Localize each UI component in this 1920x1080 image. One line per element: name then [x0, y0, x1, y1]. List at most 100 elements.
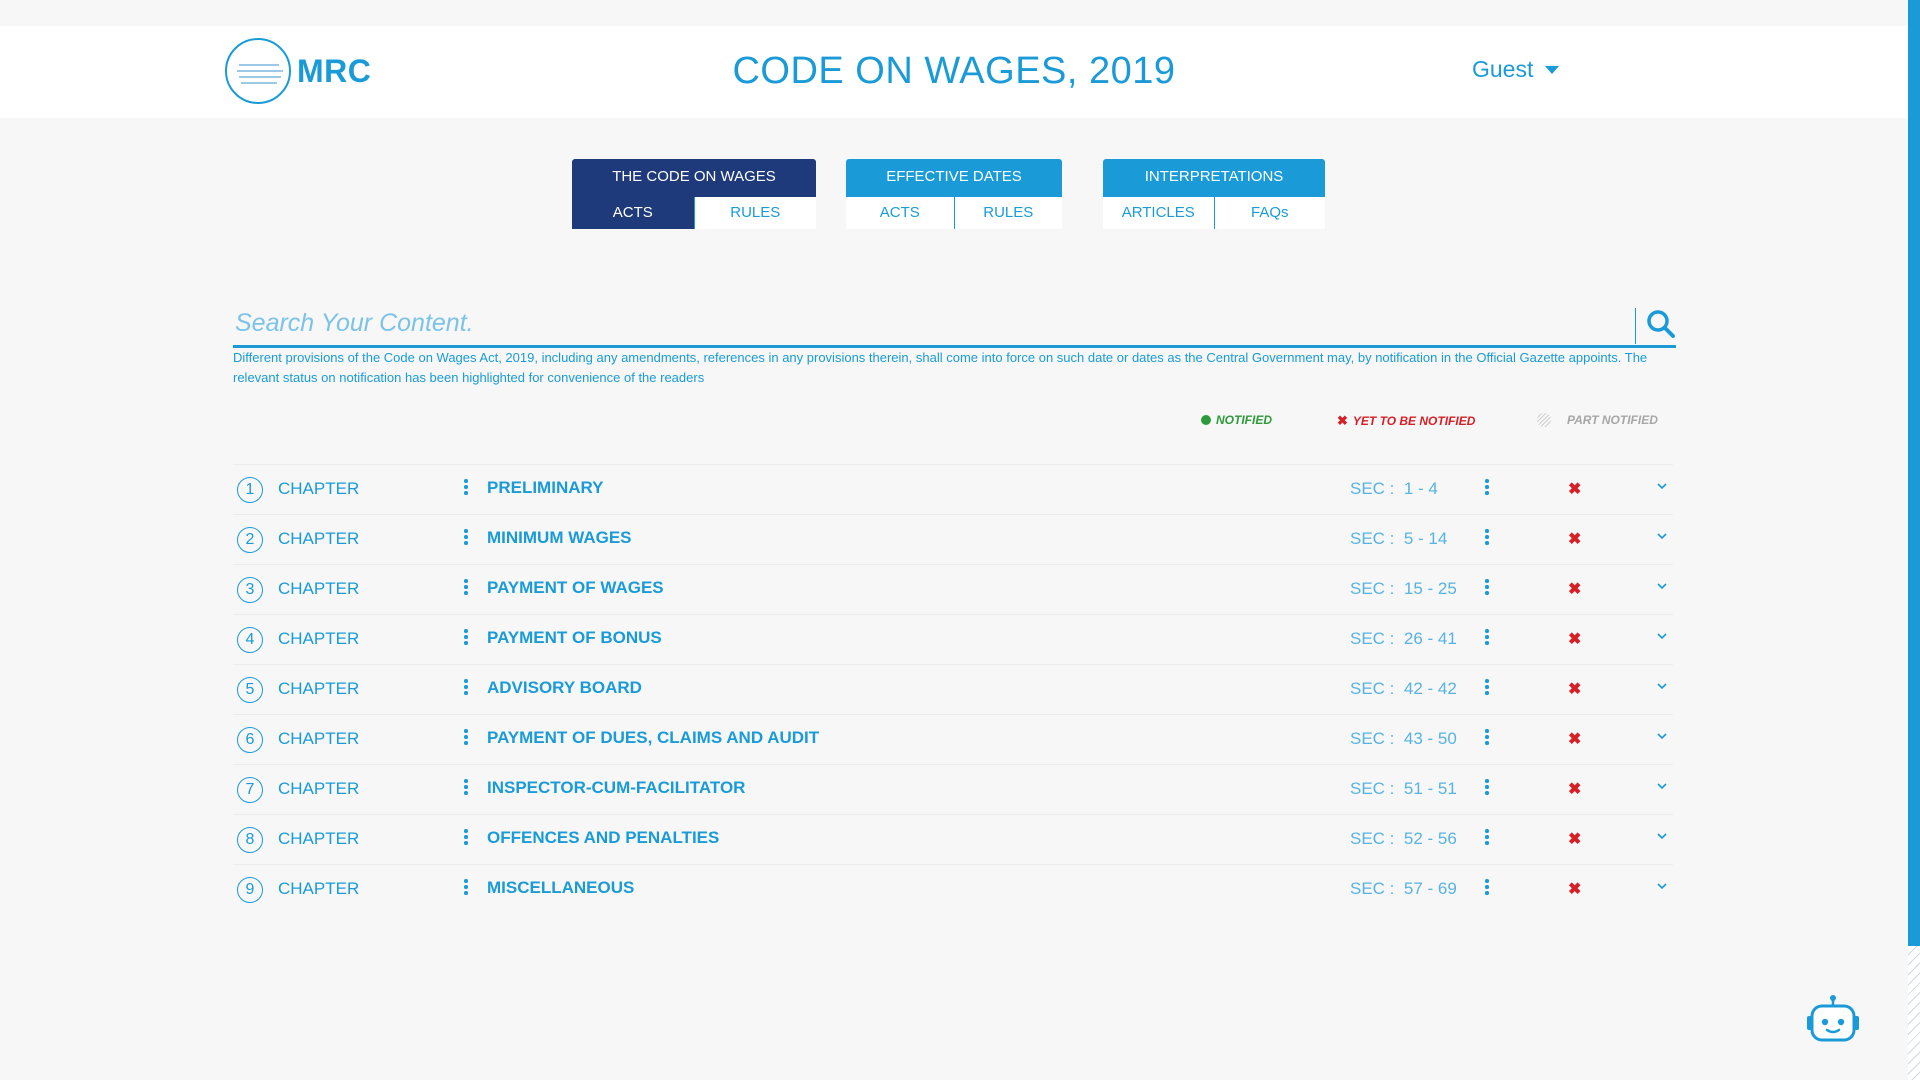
search-divider — [1635, 308, 1636, 344]
chatbot-icon[interactable] — [1804, 994, 1862, 1048]
part-notified-hatch-icon — [1537, 413, 1551, 427]
chapter-number: 9 — [237, 877, 263, 903]
chapter-title[interactable]: MINIMUM WAGES — [487, 528, 632, 548]
sections-menu-icon[interactable] — [1484, 579, 1490, 595]
section-range: SEC : 1 - 4 — [1350, 479, 1438, 498]
tab-code-on-wages[interactable]: THE CODE ON WAGES — [572, 159, 816, 197]
section-range: SEC : 51 - 51 — [1350, 779, 1457, 798]
tab-effective-dates-acts[interactable]: ACTS — [846, 197, 954, 229]
legend-yet-to-be-notified-label: YET TO BE NOTIFIED — [1352, 414, 1476, 428]
chapter-row-7[interactable]: 7 CHAPTER INSPECTOR-CUM-FACILITATOR SEC … — [233, 764, 1673, 814]
chapter-title[interactable]: PAYMENT OF DUES, CLAIMS AND AUDIT — [487, 728, 819, 748]
chapter-title[interactable]: OFFENCES AND PENALTIES — [487, 828, 719, 848]
chapter-title[interactable]: MISCELLANEOUS — [487, 878, 634, 898]
chapter-list: 1 CHAPTER PRELIMINARY SEC : 1 - 4 ✖ 2 CH… — [233, 464, 1673, 914]
section-range: SEC : 43 - 50 — [1350, 729, 1457, 748]
section-range: SEC : 42 - 42 — [1350, 679, 1457, 698]
chapter-row-5[interactable]: 5 CHAPTER ADVISORY BOARD SEC : 42 - 42 ✖ — [233, 664, 1673, 714]
chapter-row-2[interactable]: 2 CHAPTER MINIMUM WAGES SEC : 5 - 14 ✖ — [233, 514, 1673, 564]
chapter-row-6[interactable]: 6 CHAPTER PAYMENT OF DUES, CLAIMS AND AU… — [233, 714, 1673, 764]
sections-menu-icon[interactable] — [1484, 529, 1490, 545]
chapter-row-1[interactable]: 1 CHAPTER PRELIMINARY SEC : 1 - 4 ✖ — [233, 464, 1673, 514]
tab-code-on-wages-acts[interactable]: ACTS — [572, 197, 694, 229]
chevron-down-icon[interactable] — [1655, 829, 1669, 843]
kebab-menu-icon[interactable] — [463, 579, 469, 595]
chapter-number: 3 — [237, 577, 263, 603]
tab-interpretations-faqs[interactable]: FAQs — [1213, 197, 1326, 229]
kebab-menu-icon[interactable] — [463, 829, 469, 845]
chapter-row-4[interactable]: 4 CHAPTER PAYMENT OF BONUS SEC : 26 - 41… — [233, 614, 1673, 664]
chevron-down-icon[interactable] — [1655, 679, 1669, 693]
not-notified-cross-icon: ✖ — [1568, 681, 1582, 698]
not-notified-cross-icon: ✖ — [1568, 731, 1582, 748]
chevron-down-icon[interactable] — [1655, 479, 1669, 493]
chapter-title[interactable]: PAYMENT OF WAGES — [487, 578, 664, 598]
not-notified-cross-icon: ✖ — [1568, 881, 1582, 898]
search-input[interactable] — [233, 302, 1633, 344]
chapter-label: CHAPTER — [278, 729, 360, 748]
section-range: SEC : 57 - 69 — [1350, 879, 1457, 898]
kebab-menu-icon[interactable] — [463, 729, 469, 745]
tab-interpretations[interactable]: INTERPRETATIONS — [1103, 159, 1325, 197]
not-notified-cross-icon: ✖ — [1568, 631, 1582, 648]
kebab-menu-icon[interactable] — [463, 779, 469, 795]
user-name: Guest — [1472, 56, 1534, 82]
chapter-number: 6 — [237, 727, 263, 753]
chevron-down-icon[interactable] — [1655, 529, 1669, 543]
tab-effective-dates-rules[interactable]: RULES — [953, 197, 1063, 229]
tabgroup-effective-dates: EFFECTIVE DATES ACTS RULES — [846, 159, 1062, 229]
chapter-title[interactable]: ADVISORY BOARD — [487, 678, 642, 698]
notified-dot-icon — [1201, 415, 1211, 425]
chapter-label: CHAPTER — [278, 879, 360, 898]
sections-menu-icon[interactable] — [1484, 679, 1490, 695]
kebab-menu-icon[interactable] — [463, 629, 469, 645]
chapter-title[interactable]: INSPECTOR-CUM-FACILITATOR — [487, 778, 745, 798]
chevron-down-icon[interactable] — [1655, 779, 1669, 793]
tab-effective-dates-subnav: ACTS RULES — [846, 197, 1062, 229]
top-strip — [0, 0, 1920, 26]
kebab-menu-icon[interactable] — [463, 479, 469, 495]
chevron-down-icon[interactable] — [1655, 879, 1669, 893]
sections-menu-icon[interactable] — [1484, 779, 1490, 795]
sections-menu-icon[interactable] — [1484, 829, 1490, 845]
chapter-row-9[interactable]: 9 CHAPTER MISCELLANEOUS SEC : 57 - 69 ✖ — [233, 864, 1673, 914]
not-notified-cross-icon: ✖ — [1568, 831, 1582, 848]
kebab-menu-icon[interactable] — [463, 679, 469, 695]
section-range: SEC : 52 - 56 — [1350, 829, 1457, 848]
chapter-number: 5 — [237, 677, 263, 703]
tab-code-on-wages-subnav: ACTS RULES — [572, 197, 816, 229]
sections-menu-icon[interactable] — [1484, 729, 1490, 745]
user-menu[interactable]: Guest — [1472, 56, 1560, 83]
tab-code-on-wages-rules[interactable]: RULES — [693, 197, 817, 229]
tab-interpretations-articles[interactable]: ARTICLES — [1103, 197, 1214, 229]
chapter-title[interactable]: PAYMENT OF BONUS — [487, 628, 662, 648]
legend-notified-label: NOTIFIED — [1216, 413, 1272, 427]
search-bar — [233, 302, 1676, 348]
right-rail — [1908, 0, 1920, 946]
not-notified-cross-icon: ✖ — [1568, 481, 1582, 498]
section-range: SEC : 15 - 25 — [1350, 579, 1457, 598]
chevron-down-icon[interactable] — [1655, 729, 1669, 743]
chapter-row-3[interactable]: 3 CHAPTER PAYMENT OF WAGES SEC : 15 - 25… — [233, 564, 1673, 614]
chevron-down-icon[interactable] — [1655, 629, 1669, 643]
chevron-down-icon[interactable] — [1655, 579, 1669, 593]
sections-menu-icon[interactable] — [1484, 629, 1490, 645]
notice-text: Different provisions of the Code on Wage… — [233, 350, 1648, 385]
chapter-title[interactable]: PRELIMINARY — [487, 478, 604, 498]
chapter-number: 1 — [237, 477, 263, 503]
sections-menu-icon[interactable] — [1484, 479, 1490, 495]
chapter-label: CHAPTER — [278, 579, 360, 598]
not-notified-cross-icon: ✖ — [1568, 531, 1582, 548]
search-icon[interactable] — [1645, 308, 1677, 340]
kebab-menu-icon[interactable] — [463, 879, 469, 895]
sections-menu-icon[interactable] — [1484, 879, 1490, 895]
legend-part-notified-label: PART NOTIFIED — [1567, 413, 1658, 427]
chapter-number: 4 — [237, 627, 263, 653]
tabgroup-interpretations: INTERPRETATIONS ARTICLES FAQs — [1103, 159, 1325, 229]
section-range: SEC : 26 - 41 — [1350, 629, 1457, 648]
chapter-label: CHAPTER — [278, 629, 360, 648]
tab-effective-dates[interactable]: EFFECTIVE DATES — [846, 159, 1062, 197]
kebab-menu-icon[interactable] — [463, 529, 469, 545]
chapter-row-8[interactable]: 8 CHAPTER OFFENCES AND PENALTIES SEC : 5… — [233, 814, 1673, 864]
not-notified-cross-icon: ✖ — [1568, 581, 1582, 598]
